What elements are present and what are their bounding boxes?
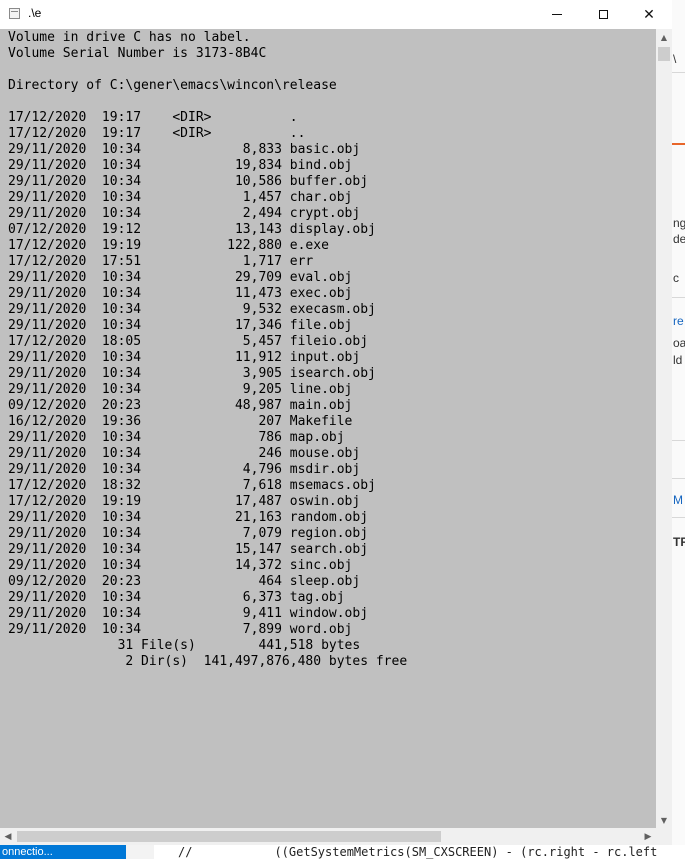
console-line: 29/11/2020 10:34 11,473 exec.obj (8, 286, 353, 301)
console-line: 29/11/2020 10:34 21,163 random.obj (8, 510, 369, 525)
scroll-right-arrow-icon[interactable]: ▶ (640, 828, 656, 845)
minimize-button[interactable] (534, 0, 580, 29)
console-line: 29/11/2020 10:34 9,411 window.obj (8, 606, 369, 621)
bg-fragment: c (673, 271, 679, 285)
console-line: 29/11/2020 10:34 2,494 crypt.obj (8, 206, 361, 221)
bg-link-fragment[interactable]: re (673, 314, 684, 328)
console-line: 29/11/2020 10:34 8,833 basic.obj (8, 142, 361, 157)
divider (672, 297, 685, 298)
console-line: 29/11/2020 10:34 17,346 file.obj (8, 318, 353, 333)
close-icon: ✕ (643, 6, 655, 23)
maximize-button[interactable] (580, 0, 626, 29)
bg-fragment: oa (673, 336, 685, 350)
minimize-icon (552, 14, 562, 15)
console-line: 17/12/2020 19:17 <DIR> .. (8, 126, 306, 141)
editor-gutter (126, 845, 154, 859)
console-line: 29/11/2020 10:34 9,532 execasm.obj (8, 302, 376, 317)
console-line: 29/11/2020 10:34 786 map.obj (8, 430, 345, 445)
console-line: 29/11/2020 10:34 29,709 eval.obj (8, 270, 353, 285)
vertical-scrollbar[interactable]: ▲ ▼ (656, 29, 672, 828)
scroll-up-arrow-icon[interactable]: ▲ (656, 29, 672, 45)
code-comment: // (178, 845, 193, 859)
window-title: .\e (28, 6, 42, 20)
console-line: 29/11/2020 10:34 15,147 search.obj (8, 542, 369, 557)
console-line: Volume Serial Number is 3173-8B4C (8, 46, 267, 61)
bg-link-fragment[interactable]: M (673, 493, 683, 507)
background-app-edge: \ ng de c re oa ld M TR (672, 0, 685, 845)
horizontal-scroll-thumb[interactable] (17, 831, 441, 842)
console-app-icon (9, 8, 20, 19)
console-line: 29/11/2020 10:34 9,205 line.obj (8, 382, 353, 397)
console-line: 16/12/2020 19:36 207 Makefile (8, 414, 353, 429)
scroll-down-arrow-icon[interactable]: ▼ (656, 812, 672, 828)
horizontal-scrollbar[interactable]: ◀ ▶ (0, 828, 656, 845)
console-line: 07/12/2020 19:12 13,143 display.obj (8, 222, 376, 237)
console-line: 29/11/2020 10:34 3,905 isearch.obj (8, 366, 376, 381)
bg-fragment: TR (673, 535, 685, 549)
console-line: 29/11/2020 10:34 7,079 region.obj (8, 526, 369, 541)
console-output[interactable]: Volume in drive C has no label. Volume Se… (0, 29, 656, 828)
console-line: 29/11/2020 10:34 246 mouse.obj (8, 446, 361, 461)
bg-fragment: ng (673, 216, 685, 230)
console-window: .\e ✕ Volume in drive C has no label. Vol… (0, 0, 672, 845)
console-text: Volume in drive C has no label. Volume Se… (8, 30, 407, 670)
scroll-left-arrow-icon[interactable]: ◀ (0, 828, 16, 845)
console-line: 29/11/2020 10:34 14,372 sinc.obj (8, 558, 353, 573)
divider (672, 478, 685, 479)
console-line: 09/12/2020 20:23 48,987 main.obj (8, 398, 353, 413)
vertical-scroll-thumb[interactable] (658, 47, 670, 61)
console-line: 17/12/2020 19:19 122,880 e.exe (8, 238, 329, 253)
console-line: 29/11/2020 10:34 19,834 bind.obj (8, 158, 353, 173)
console-line: 29/11/2020 10:34 1,457 char.obj (8, 190, 353, 205)
bg-fragment: ld (673, 353, 683, 367)
console-line: 17/12/2020 18:32 7,618 msemacs.obj (8, 478, 376, 493)
close-button[interactable]: ✕ (626, 0, 672, 29)
console-line: 17/12/2020 18:05 5,457 fileio.obj (8, 334, 369, 349)
console-line: Volume in drive C has no label. (8, 30, 251, 45)
console-line: 2 Dir(s) 141,497,876,480 bytes free (8, 654, 408, 669)
title-bar[interactable]: .\e ✕ (0, 0, 672, 29)
console-line: 17/12/2020 19:17 <DIR> . (8, 110, 298, 125)
divider (672, 517, 685, 518)
bg-fragment: \ (673, 52, 677, 66)
scrollbar-corner (656, 828, 672, 845)
console-line: 09/12/2020 20:23 464 sleep.obj (8, 574, 361, 589)
console-line: 17/12/2020 19:19 17,487 oswin.obj (8, 494, 361, 509)
divider (672, 72, 685, 73)
maximize-icon (598, 10, 608, 19)
bg-fragment: de (673, 232, 685, 246)
console-line: 29/11/2020 10:34 7,899 word.obj (8, 622, 353, 637)
accent-bar (672, 143, 685, 145)
console-line: 17/12/2020 17:51 1,717 err (8, 254, 314, 269)
code-text: ((GetSystemMetrics(SM_CXSCREEN) - (rc.ri… (274, 845, 658, 859)
console-line: Directory of C:\gener\emacs\wincon\relea… (8, 78, 337, 93)
console-line: 29/11/2020 10:34 6,373 tag.obj (8, 590, 345, 605)
console-line: 29/11/2020 10:34 4,796 msdir.obj (8, 462, 361, 477)
bottom-strip: onnectio... // ((GetSystemMetrics(SM_CXSC… (0, 845, 685, 859)
console-line: 29/11/2020 10:34 11,912 input.obj (8, 350, 361, 365)
divider (672, 440, 685, 441)
taskbar-connection-item[interactable]: onnectio... (0, 845, 126, 859)
editor-code-line: // ((GetSystemMetrics(SM_CXSCREEN) - (rc.… (178, 845, 657, 859)
console-line: 31 File(s) 441,518 bytes (8, 638, 361, 653)
console-line: 29/11/2020 10:34 10,586 buffer.obj (8, 174, 369, 189)
